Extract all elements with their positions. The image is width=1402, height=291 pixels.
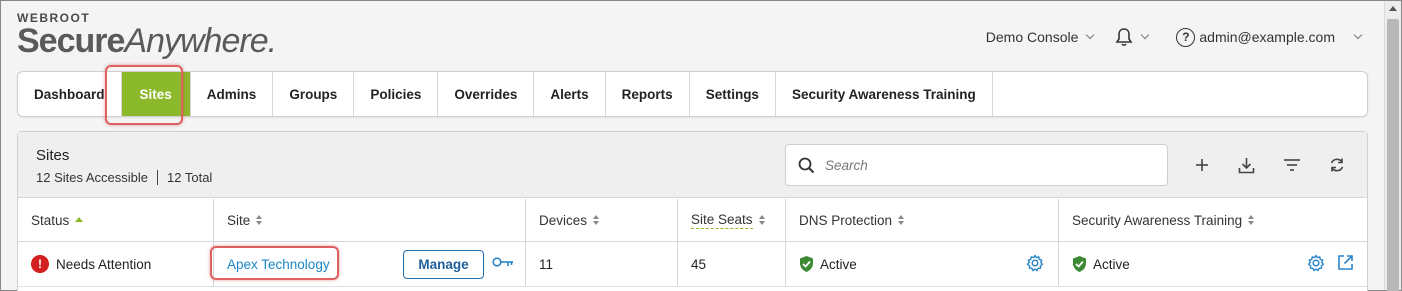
logo-secure: Secure bbox=[17, 22, 125, 60]
key-icon[interactable] bbox=[492, 255, 514, 269]
tab-dashboard[interactable]: Dashboard bbox=[18, 72, 122, 116]
devices-value: 11 bbox=[539, 256, 554, 272]
column-label: Site Seats bbox=[691, 211, 753, 229]
shield-check-icon bbox=[1072, 255, 1087, 273]
column-label: Devices bbox=[539, 212, 588, 228]
logo-anywhere: Anywhere. bbox=[124, 22, 277, 60]
tab-reports[interactable]: Reports bbox=[606, 72, 690, 116]
shield-check-icon bbox=[799, 255, 814, 273]
column-site-seats[interactable]: Site Seats bbox=[678, 199, 786, 241]
sort-icon bbox=[1248, 215, 1255, 225]
alert-icon: ! bbox=[31, 255, 49, 273]
tab-security-awareness-training[interactable]: Security Awareness Training bbox=[776, 72, 993, 116]
column-devices[interactable]: Devices bbox=[526, 199, 678, 241]
tab-admins[interactable]: Admins bbox=[191, 72, 274, 116]
tab-groups[interactable]: Groups bbox=[273, 72, 355, 116]
user-email: admin@example.com bbox=[1199, 29, 1335, 45]
column-security-awareness-training[interactable]: Security Awareness Training bbox=[1059, 199, 1367, 241]
status-text: Needs Attention bbox=[56, 256, 152, 272]
site-link[interactable]: Apex Technology bbox=[227, 257, 330, 272]
sort-icon bbox=[593, 215, 600, 225]
seats-value: 45 bbox=[691, 256, 707, 272]
search-input[interactable] bbox=[825, 157, 1145, 173]
external-link-icon[interactable] bbox=[1337, 254, 1354, 271]
download-button[interactable] bbox=[1235, 154, 1257, 176]
table-header: Status Site Devices Site Seats DNS Prote… bbox=[18, 199, 1367, 242]
sort-icon bbox=[758, 215, 765, 225]
tab-settings[interactable]: Settings bbox=[690, 72, 776, 116]
search-box[interactable] bbox=[785, 144, 1168, 186]
panel-header: Sites 12 Sites Accessible 12 Total bbox=[18, 132, 1367, 198]
plus-icon bbox=[1196, 159, 1208, 171]
console-name: Demo Console bbox=[985, 29, 1079, 45]
tab-policies[interactable]: Policies bbox=[354, 72, 439, 116]
logo-product: SecureAnywhere. bbox=[17, 22, 277, 60]
main-nav: Dashboard Sites Admins Groups Policies O… bbox=[17, 71, 1368, 117]
tab-overrides[interactable]: Overrides bbox=[438, 72, 535, 116]
cell-site: Apex Technology Manage bbox=[214, 242, 526, 286]
console-dropdown[interactable]: Demo Console bbox=[985, 29, 1095, 45]
cell-site-seats: 45 bbox=[678, 242, 786, 286]
filter-button[interactable] bbox=[1281, 154, 1303, 176]
bell-icon bbox=[1115, 28, 1133, 47]
add-site-button[interactable] bbox=[1191, 154, 1213, 176]
column-label: DNS Protection bbox=[799, 212, 893, 228]
sites-panel: Sites 12 Sites Accessible 12 Total Statu… bbox=[17, 131, 1368, 291]
column-label: Status bbox=[31, 212, 70, 228]
sort-ascending-icon bbox=[75, 216, 84, 222]
cell-status: ! Needs Attention bbox=[18, 242, 214, 286]
panel-summary: 12 Sites Accessible 12 Total bbox=[36, 170, 212, 185]
column-label: Site bbox=[227, 212, 251, 228]
column-status[interactable]: Status bbox=[18, 199, 214, 241]
scroll-up-arrow-icon[interactable] bbox=[1389, 6, 1397, 11]
column-dns-protection[interactable]: DNS Protection bbox=[786, 199, 1059, 241]
tab-sites[interactable]: Sites bbox=[121, 72, 191, 116]
divider bbox=[157, 170, 159, 185]
gear-icon[interactable] bbox=[1026, 254, 1044, 272]
cell-dns-protection: Active bbox=[786, 242, 1059, 286]
scrollbar-thumb[interactable] bbox=[1387, 19, 1399, 291]
panel-title: Sites bbox=[36, 147, 70, 164]
dns-status: Active bbox=[820, 256, 857, 272]
sort-icon bbox=[256, 215, 263, 225]
cell-security-awareness-training: Active bbox=[1059, 242, 1367, 286]
user-menu[interactable]: ? admin@example.com bbox=[1176, 27, 1363, 47]
sites-total-count: 12 Total bbox=[167, 170, 213, 185]
table-row[interactable]: ! Needs Attention Apex Technology Manage… bbox=[18, 242, 1367, 287]
sat-status: Active bbox=[1093, 256, 1130, 272]
cell-devices: 11 bbox=[526, 242, 678, 286]
webroot-logo[interactable]: WEBROOT SecureAnywhere. bbox=[17, 11, 277, 60]
notifications-dropdown[interactable] bbox=[1115, 27, 1150, 47]
refresh-icon bbox=[1330, 158, 1344, 172]
refresh-button[interactable] bbox=[1326, 154, 1348, 176]
sort-icon bbox=[898, 215, 905, 225]
download-icon bbox=[1238, 157, 1254, 173]
column-label: Security Awareness Training bbox=[1072, 212, 1243, 228]
chevron-down-icon bbox=[1086, 30, 1095, 40]
sites-accessible-count: 12 Sites Accessible bbox=[36, 170, 149, 185]
chevron-down-icon bbox=[1353, 30, 1363, 40]
chevron-down-icon bbox=[1141, 30, 1150, 40]
header-actions: Demo Console ? admin@example.com bbox=[985, 27, 1363, 47]
column-site[interactable]: Site bbox=[214, 199, 526, 241]
tab-alerts[interactable]: Alerts bbox=[534, 72, 606, 116]
help-icon[interactable]: ? bbox=[1176, 27, 1196, 47]
filter-icon bbox=[1284, 159, 1300, 171]
search-icon bbox=[798, 157, 815, 173]
gear-icon[interactable] bbox=[1307, 254, 1325, 272]
page-scrollbar[interactable] bbox=[1384, 1, 1401, 291]
manage-button[interactable]: Manage bbox=[403, 250, 484, 279]
